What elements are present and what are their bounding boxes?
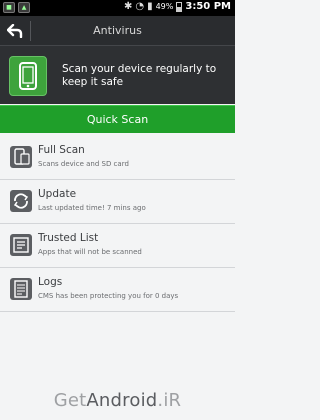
full-scan-subtitle: Scans device and SD card	[38, 160, 129, 168]
wifi-icon: ◔	[135, 1, 145, 12]
watermark-prefix: Get	[53, 390, 87, 411]
title-bar: Antivirus	[0, 16, 235, 46]
list-item-update[interactable]: Update Last updated time! 7 mins ago	[0, 180, 235, 224]
page-title: Antivirus	[93, 24, 142, 37]
update-subtitle: Last updated time! 7 mins ago	[38, 204, 146, 212]
quick-scan-button[interactable]: Quick Scan	[0, 105, 235, 133]
status-left-icons: ■ ▲	[3, 2, 30, 13]
scan-header: Scan your device regularly to keep it sa…	[0, 46, 235, 104]
trusted-list-subtitle: Apps that will not be scanned	[38, 248, 142, 256]
refresh-icon	[10, 190, 32, 212]
phone-tile	[9, 56, 47, 96]
status-time: 3:50 PM	[185, 1, 231, 12]
document-icon	[10, 278, 32, 300]
phone-icon	[19, 62, 37, 90]
bluetooth-icon: ✱	[123, 1, 133, 12]
menu-list: Full Scan Scans device and SD card Updat…	[0, 136, 235, 312]
status-right: ✱ ◔ ▮ 49% 3:50 PM	[124, 1, 231, 12]
list-item-trusted-list[interactable]: Trusted List Apps that will not be scann…	[0, 224, 235, 268]
chat-icon: ■	[3, 2, 15, 13]
device-scan-icon	[10, 146, 32, 168]
header-message: Scan your device regularly to keep it sa…	[62, 63, 217, 88]
battery-icon	[176, 1, 183, 12]
update-title: Update	[38, 188, 77, 200]
notification-icon: ▲	[18, 2, 30, 13]
logs-subtitle: CMS has been protecting you for 0 days	[38, 292, 179, 300]
watermark: GetAndroid.iR	[0, 390, 235, 411]
full-scan-title: Full Scan	[38, 144, 85, 156]
logs-title: Logs	[38, 276, 63, 288]
status-bar: ■ ▲ ✱ ◔ ▮ 49% 3:50 PM	[0, 0, 235, 16]
watermark-suffix: .iR	[157, 390, 182, 411]
signal-icon: ▮	[147, 1, 153, 12]
list-item-full-scan[interactable]: Full Scan Scans device and SD card	[0, 136, 235, 180]
watermark-bold: Android	[86, 390, 158, 411]
list-item-logs[interactable]: Logs CMS has been protecting you for 0 d…	[0, 268, 235, 312]
checklist-icon	[10, 234, 32, 256]
trusted-list-title: Trusted List	[38, 232, 99, 244]
battery-percent: 49%	[155, 2, 174, 11]
